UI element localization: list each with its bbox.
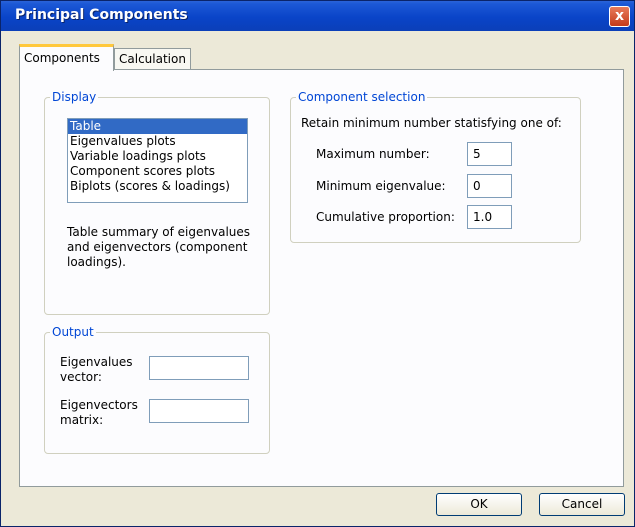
display-group: Display Table Eigenvalues plots Variable…	[44, 90, 270, 315]
display-legend: Display	[50, 90, 99, 104]
eigenvalues-vector-input[interactable]	[149, 356, 249, 380]
retain-intro-text: Retain minimum number statisfying one of…	[301, 116, 562, 130]
cumulative-proportion-input[interactable]: 1.0	[467, 205, 512, 229]
cancel-button[interactable]: Cancel	[539, 493, 625, 516]
component-selection-group: Component selection Retain minimum numbe…	[290, 90, 581, 243]
eigenvectors-label-line1: Eigenvectors	[60, 398, 138, 412]
list-item-table[interactable]: Table	[68, 119, 247, 134]
close-icon[interactable]: x	[609, 6, 630, 27]
display-listbox[interactable]: Table Eigenvalues plots Variable loading…	[67, 118, 248, 203]
tab-components[interactable]: Components	[19, 44, 114, 71]
dialog-window: Principal Components x Components Calcul…	[0, 0, 635, 527]
list-item-eigenvalues-plots[interactable]: Eigenvalues plots	[68, 134, 247, 149]
list-item-component-scores-plots[interactable]: Component scores plots	[68, 164, 247, 179]
component-selection-legend: Component selection	[296, 90, 428, 104]
tab-calculation[interactable]: Calculation	[114, 48, 191, 70]
output-legend: Output	[50, 325, 96, 339]
max-number-input[interactable]: 5	[467, 142, 512, 166]
dialog-body: Components Calculation Display Table Eig…	[8, 31, 629, 501]
components-panel: Display Table Eigenvalues plots Variable…	[19, 69, 624, 487]
ok-button[interactable]: OK	[436, 493, 522, 516]
eigenvalues-label-line2: vector:	[60, 370, 102, 384]
eigenvectors-matrix-input[interactable]	[149, 399, 249, 423]
display-description: Table summary of eigenvalues and eigenve…	[67, 225, 251, 269]
output-group: Output Eigenvalues vector: Eigenvectors …	[44, 325, 270, 454]
min-eigenvalue-label: Minimum eigenvalue:	[316, 179, 446, 193]
list-item-variable-loadings-plots[interactable]: Variable loadings plots	[68, 149, 247, 164]
min-eigenvalue-input[interactable]: 0	[467, 174, 512, 198]
cumulative-proportion-label: Cumulative proportion:	[316, 210, 455, 224]
eigenvalues-label-line1: Eigenvalues	[60, 355, 133, 369]
title-bar[interactable]: Principal Components x	[1, 1, 634, 31]
eigenvectors-label-line2: matrix:	[60, 413, 104, 427]
list-item-biplots[interactable]: Biplots (scores & loadings)	[68, 179, 247, 194]
window-title: Principal Components	[15, 7, 188, 23]
max-number-label: Maximum number:	[316, 147, 430, 161]
